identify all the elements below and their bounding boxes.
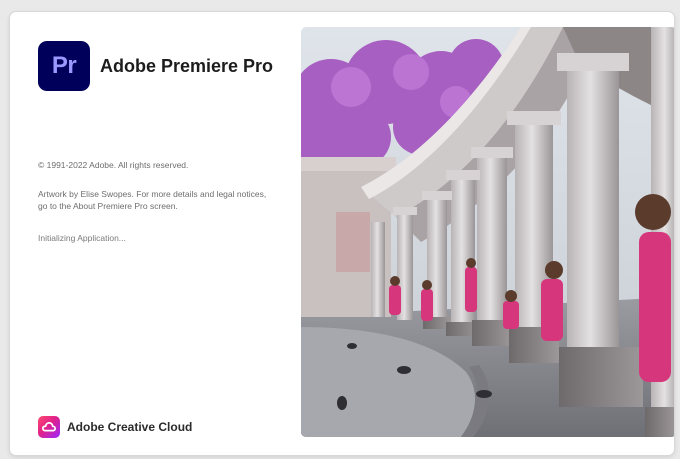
artwork-credit-text: Artwork by Elise Swopes. For more detail… (38, 189, 267, 211)
creative-cloud-branding: Adobe Creative Cloud (38, 416, 192, 438)
loading-status-text: Initializing Application... (38, 233, 126, 243)
premiere-pro-logo: Pr (38, 41, 90, 91)
creative-cloud-icon (38, 416, 60, 438)
app-logo-text: Pr (51, 52, 77, 79)
splash-artwork-image (301, 27, 674, 437)
splash-info-panel: Pr Adobe Premiere Pro © 1991-2022 Adobe.… (10, 12, 302, 455)
creative-cloud-label: Adobe Creative Cloud (67, 420, 193, 434)
copyright-text: © 1991-2022 Adobe. All rights reserved. (38, 160, 189, 170)
app-title: Adobe Premiere Pro (100, 56, 274, 76)
splash-window: Pr Adobe Premiere Pro © 1991-2022 Adobe.… (10, 12, 674, 455)
